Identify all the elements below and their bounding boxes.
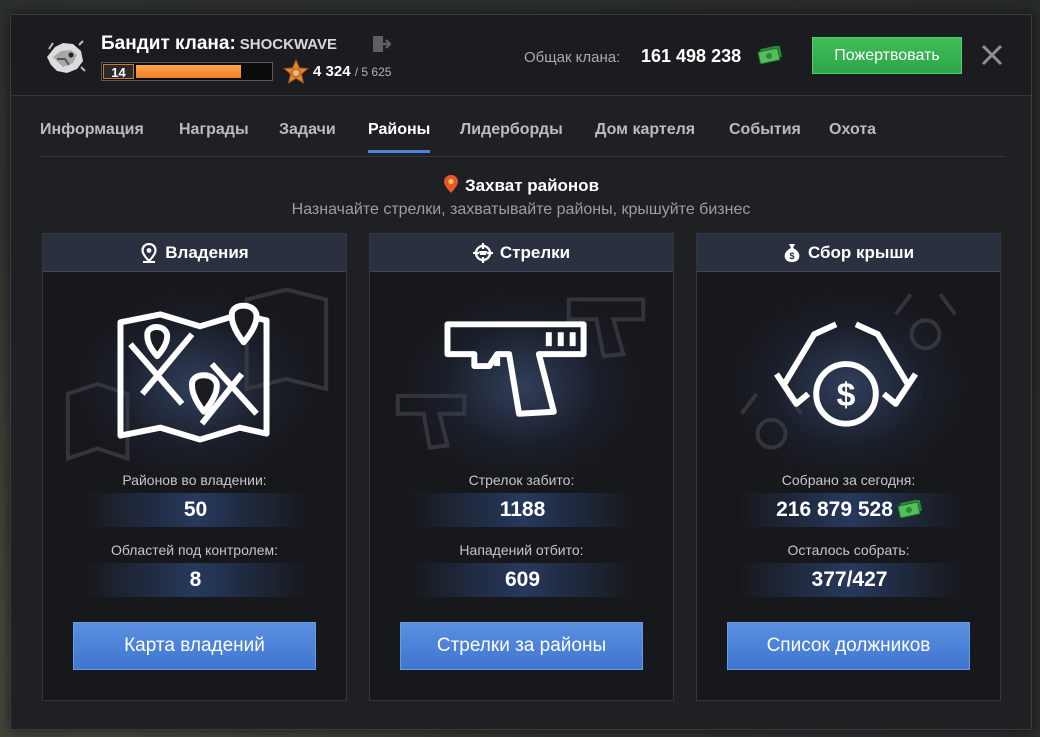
tab-rewards[interactable]: Награды	[179, 121, 249, 153]
close-icon[interactable]	[979, 42, 1005, 68]
card-header: $ Сбор крыши	[697, 234, 1000, 272]
svg-text:$: $	[789, 251, 794, 261]
stat-value: 1188	[410, 493, 635, 527]
stat-label: Собрано за сегодня:	[781, 472, 916, 488]
pistol-icon	[395, 297, 646, 450]
clan-bank-value: 161 498 238	[641, 46, 742, 66]
rank-points-value: 4 324	[313, 63, 351, 80]
rank-star-icon	[283, 59, 309, 85]
stat-label: Стрелок забито:	[468, 472, 575, 488]
stat-value: 216 879 528	[737, 493, 962, 527]
map-icon	[65, 287, 329, 462]
rank-points-max: / 5 625	[354, 65, 392, 79]
card-protection: $ Сбор крыши $ Собрано за сегодня: 216 8…	[696, 233, 1001, 701]
stat-label: Областей под контролем:	[110, 542, 279, 558]
holdings-map-button[interactable]: Карта владений	[73, 622, 316, 670]
level-progress-bar: 14	[101, 62, 273, 81]
rank-points: 4 324 / 5 625	[313, 63, 391, 80]
section-title-text: Захват районов	[464, 176, 600, 195]
stat-value: 609	[410, 563, 635, 597]
card-title: Стрелки	[499, 242, 571, 262]
tab-events[interactable]: События	[729, 121, 801, 153]
stat-value: 377/427	[737, 563, 962, 597]
card-header: Стрелки	[370, 234, 673, 272]
leave-clan-icon[interactable]	[371, 34, 391, 54]
clan-avatar-icon	[47, 40, 86, 73]
card-title: Владения	[165, 242, 249, 262]
page-title: Бандит клана: SHOCKWAVE	[101, 33, 337, 55]
map-pin-icon	[141, 242, 157, 263]
stat-value: 50	[83, 493, 308, 527]
location-pin-icon	[443, 175, 458, 193]
cash-icon	[757, 46, 782, 64]
tab-tasks[interactable]: Задачи	[279, 121, 336, 153]
district-shootouts-button[interactable]: Стрелки за районы	[400, 622, 643, 670]
stat-label: Нападений отбито:	[459, 542, 584, 558]
protected-money-icon: $	[740, 293, 957, 450]
cash-icon	[897, 500, 922, 518]
tab-districts[interactable]: Районы	[368, 121, 431, 153]
tab-bar: Информация Награды Задачи Районы Лидербо…	[40, 115, 1004, 157]
tab-info[interactable]: Информация	[40, 121, 144, 153]
svg-text:$: $	[837, 376, 856, 414]
header: Бандит клана: SHOCKWAVE 14 4 324 / 5 625 …	[11, 15, 1031, 96]
donate-button[interactable]: Пожертвовать	[812, 37, 962, 74]
stat-value: 8	[83, 563, 308, 597]
section-subtitle: Назначайте стрелки, захватывайте районы,…	[291, 201, 751, 218]
tab-cartel-house[interactable]: Дом картеля	[595, 121, 695, 153]
level-badge: 14	[103, 64, 134, 80]
card-shootouts: Стрелки Стрелок забито: 1188 Нападений о…	[369, 233, 674, 701]
tab-leaderboards[interactable]: Лидерборды	[460, 121, 563, 153]
card-header: Владения	[43, 234, 346, 272]
stat-label: Районов во владении:	[122, 472, 267, 488]
card-title: Сбор крыши	[807, 242, 915, 262]
section-title: Захват районов	[11, 174, 1031, 196]
clan-window: Бандит клана: SHOCKWAVE 14 4 324 / 5 625 …	[10, 14, 1032, 730]
clan-name[interactable]: SHOCKWAVE	[240, 36, 337, 53]
tab-hunt[interactable]: Охота	[829, 121, 876, 153]
crosshair-icon	[472, 242, 493, 263]
clan-bank-label: Общак клана:	[524, 49, 621, 66]
stat-label: Осталось собрать:	[787, 542, 910, 558]
debtors-list-button[interactable]: Список должников	[727, 622, 970, 670]
level-progress-fill	[136, 65, 241, 78]
card-holdings: Владения Районов во владении: 50 Областе…	[42, 233, 347, 701]
collected-today-value: 216 879 528	[776, 498, 893, 521]
title-text: Бандит клана:	[101, 33, 236, 54]
money-bag-icon: $	[784, 243, 800, 262]
